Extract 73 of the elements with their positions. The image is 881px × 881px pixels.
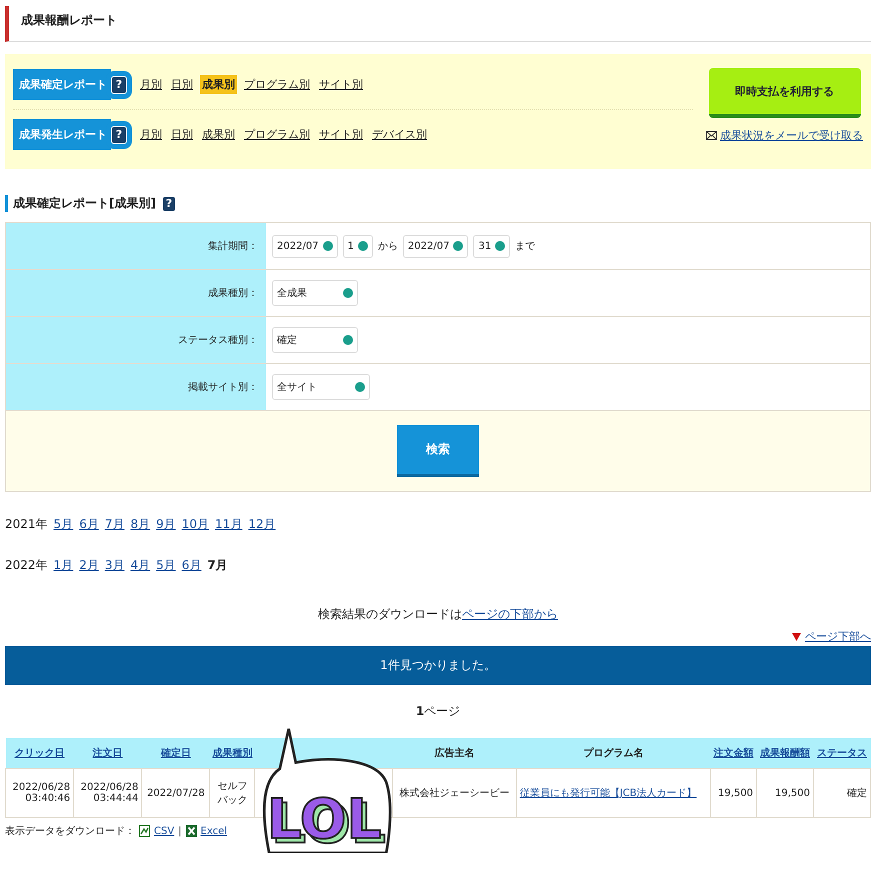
current-month[interactable]: 7月 [207, 557, 228, 574]
report-link[interactable]: デバイス別 [370, 125, 429, 144]
filter-label: 掲載サイト別： [6, 364, 266, 410]
report-link[interactable]: 月別 [138, 125, 164, 144]
report-link[interactable]: 成果別 [200, 125, 237, 144]
month-link[interactable]: 6月 [79, 516, 99, 533]
table-cell: 2022/07/28 [147, 788, 205, 798]
range-text: から [378, 240, 398, 253]
result-banner: 1件見つかりました。 [5, 646, 871, 685]
table-cell: 19,500 [718, 788, 754, 798]
day-select[interactable]: 31 [473, 234, 510, 258]
report-link[interactable]: 成果別 [200, 75, 237, 94]
export-label: 表示データをダウンロード： [5, 824, 135, 838]
csv-link[interactable]: CSV [154, 826, 174, 836]
month-link[interactable]: 6月 [182, 557, 202, 574]
column-header: プログラム名 [583, 748, 644, 759]
report-link[interactable]: プログラム別 [242, 75, 312, 94]
down-triangle-icon [792, 632, 801, 640]
table-cell-text: セルフバック [216, 780, 248, 807]
report-link[interactable]: 日別 [169, 75, 195, 94]
page-indicator: 1ページ [416, 704, 460, 718]
month-link[interactable]: 7月 [104, 516, 124, 533]
filter-select[interactable]: 全サイト [272, 374, 370, 400]
filter-label: ステータス種別： [6, 317, 266, 363]
month-link[interactable]: 5月 [54, 516, 74, 533]
report-link[interactable]: 月別 [138, 75, 164, 94]
month-link[interactable]: 4月 [130, 557, 150, 574]
filter-label: 成果種別： [6, 270, 266, 316]
report-link[interactable]: サイト別 [317, 75, 365, 94]
table-cell-text: 株式会社ジェーシービー [400, 786, 510, 800]
year-label: 2021年 [5, 516, 48, 533]
month-link[interactable]: 3月 [104, 557, 124, 574]
separator: | [178, 826, 182, 836]
table-cell-text: 確定 [847, 786, 867, 800]
table-cell: 2022/06/28 03:40:46 [12, 782, 70, 804]
month-link[interactable]: 2月 [79, 557, 99, 574]
filter-select[interactable]: 全成果 [272, 280, 358, 306]
download-note: 検索結果のダウンロードは [318, 607, 462, 621]
mail-icon [706, 131, 717, 140]
table-cell: 19,500 [774, 788, 810, 798]
excel-link[interactable]: Excel [200, 826, 228, 836]
excel-icon [186, 825, 197, 837]
instant-pay-button[interactable]: 即時支払を利用する [708, 68, 860, 118]
help-icon[interactable]: ? [162, 196, 176, 212]
report-link[interactable]: サイト別 [317, 125, 365, 144]
month-link[interactable]: 1月 [54, 557, 74, 574]
column-header[interactable]: 注文日 [92, 748, 123, 759]
filter-label: 集計期間： [6, 223, 266, 269]
page-title: 成果報酬レポート [21, 13, 117, 27]
column-header[interactable]: 確定日 [160, 748, 191, 759]
mail-link[interactable]: 成果状況をメールで受け取る [720, 128, 863, 143]
month-link[interactable]: 5月 [156, 557, 176, 574]
month-link[interactable]: 9月 [156, 516, 176, 533]
table-cell: 2022/06/28 03:44:44 [80, 782, 138, 804]
month-link[interactable]: 12月 [248, 516, 276, 533]
month-select[interactable]: 2022/07 [272, 234, 338, 258]
filter-select[interactable]: 確定 [272, 327, 358, 353]
report-link[interactable]: プログラム別 [242, 125, 312, 144]
month-link[interactable]: 8月 [130, 516, 150, 533]
report-type-label: 成果確定レポート [13, 69, 111, 100]
csv-file-icon [139, 825, 150, 837]
page-bottom-link[interactable]: ページの下部から [462, 607, 558, 621]
report-link[interactable]: 日別 [169, 125, 195, 144]
section-title: 成果確定レポート[成果別] [13, 195, 156, 212]
column-header: 広告主名 [434, 748, 475, 759]
page-bottom-link[interactable]: ページ下部へ [805, 629, 871, 644]
month-select[interactable]: 2022/07 [402, 234, 468, 258]
year-label: 2022年 [5, 557, 48, 574]
day-select[interactable]: 1 [342, 234, 373, 258]
month-link[interactable]: 10月 [182, 516, 210, 533]
month-link[interactable]: 11月 [215, 516, 242, 533]
range-text: まで [515, 240, 536, 253]
report-type-label: 成果発生レポート [13, 119, 111, 150]
